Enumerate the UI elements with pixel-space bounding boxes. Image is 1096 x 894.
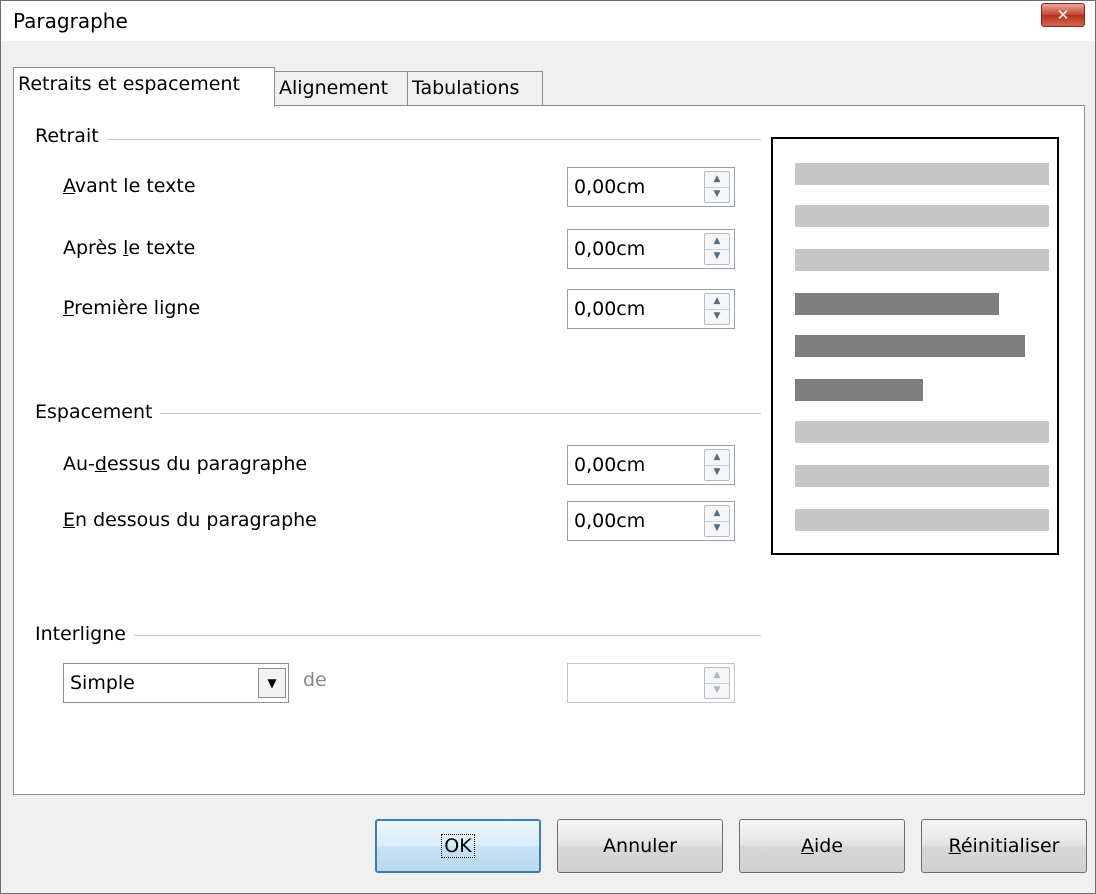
en-dessous-label: En dessous du paragraphe (63, 509, 317, 531)
au-dessus-label: Au-dessus du paragraphe (63, 453, 308, 475)
spin-buttons: ▲ ▼ (704, 233, 730, 265)
avant-texte-value[interactable]: 0,00cm (574, 176, 645, 198)
close-button[interactable]: ✕ (1041, 3, 1085, 27)
ok-button-label: OK (441, 834, 475, 858)
annuler-button[interactable]: Annuler (557, 819, 723, 873)
spin-buttons: ▲ ▼ (704, 449, 730, 481)
en-dessous-value[interactable]: 0,00cm (574, 510, 645, 532)
spin-down-icon[interactable]: ▼ (705, 521, 729, 536)
reinitialiser-button[interactable]: Réinitialiser (921, 819, 1087, 873)
window-title: Paragraphe (13, 9, 128, 33)
ok-button[interactable]: OK (375, 819, 541, 873)
reinitialiser-button-label: Réinitialiser (948, 835, 1060, 857)
preview-line (795, 249, 1049, 271)
au-dessus-value[interactable]: 0,00cm (574, 454, 645, 476)
spin-down-icon[interactable]: ▼ (705, 309, 729, 324)
spin-up-icon[interactable]: ▲ (705, 506, 729, 522)
apres-texte-value[interactable]: 0,00cm (574, 238, 645, 260)
preview-line (795, 421, 1049, 443)
spin-buttons: ▲ ▼ (704, 171, 730, 203)
avant-texte-spinner[interactable]: 0,00cm ▲ ▼ (567, 167, 735, 207)
interligne-select[interactable]: Simple ▼ (63, 663, 289, 703)
apres-texte-label: Après le texte (63, 237, 196, 259)
spin-buttons: ▲ ▼ (704, 667, 730, 699)
title-bar[interactable]: Paragraphe ✕ (1, 1, 1095, 41)
spin-up-icon[interactable]: ▲ (705, 294, 729, 310)
spin-up-icon[interactable]: ▲ (705, 172, 729, 188)
paragraph-dialog: Paragraphe ✕ Retraits et espacement Alig… (0, 0, 1096, 894)
en-dessous-spinner[interactable]: 0,00cm ▲ ▼ (567, 501, 735, 541)
spin-down-icon: ▼ (713, 685, 721, 695)
tab-alignement[interactable]: Alignement (274, 71, 408, 105)
paragraph-preview (771, 137, 1059, 555)
spin-buttons: ▲ ▼ (704, 293, 730, 325)
dropdown-arrow-icon[interactable]: ▼ (258, 668, 286, 698)
apres-texte-spinner[interactable]: 0,00cm ▲ ▼ (567, 229, 735, 269)
close-icon: ✕ (1056, 6, 1070, 24)
interligne-value-spinner: ▲ ▼ (567, 663, 735, 703)
spin-down-icon[interactable]: ▼ (705, 249, 729, 264)
aide-button-label: Aide (800, 835, 844, 857)
spin-down-icon[interactable]: ▼ (705, 465, 729, 480)
premiere-ligne-value[interactable]: 0,00cm (574, 298, 645, 320)
tab-label: Tabulations (412, 77, 520, 99)
preview-line-current (795, 335, 1025, 357)
preview-line-current (795, 293, 999, 315)
retrait-group-title: Retrait (35, 125, 107, 147)
annuler-button-label: Annuler (603, 835, 677, 857)
spin-up-icon: ▲ (705, 668, 729, 684)
tab-label: Retraits et espacement (18, 73, 240, 95)
aide-button[interactable]: Aide (739, 819, 905, 873)
preview-line (795, 205, 1049, 227)
spin-up-icon[interactable]: ▲ (705, 234, 729, 250)
spin-down-icon[interactable]: ▼ (705, 187, 729, 202)
premiere-ligne-spinner[interactable]: 0,00cm ▲ ▼ (567, 289, 735, 329)
premiere-ligne-label: Première ligne (63, 297, 201, 319)
preview-line (795, 163, 1049, 185)
au-dessus-spinner[interactable]: 0,00cm ▲ ▼ (567, 445, 735, 485)
tab-label: Alignement (279, 77, 389, 99)
tab-retraits-espacement[interactable]: Retraits et espacement (13, 67, 275, 107)
interligne-selected-value: Simple (70, 672, 135, 694)
avant-texte-label: Avant le texte (63, 175, 196, 197)
preview-line (795, 509, 1049, 531)
spin-up-icon[interactable]: ▲ (705, 450, 729, 466)
retrait-divider (35, 139, 761, 140)
espacement-group-title: Espacement (35, 401, 161, 423)
tab-tabulations[interactable]: Tabulations (407, 71, 543, 105)
de-label: de (303, 669, 327, 691)
preview-line (795, 465, 1049, 487)
preview-line-current (795, 379, 923, 401)
interligne-group-title: Interligne (35, 623, 134, 645)
interligne-divider (35, 635, 761, 636)
spin-buttons: ▲ ▼ (704, 505, 730, 537)
